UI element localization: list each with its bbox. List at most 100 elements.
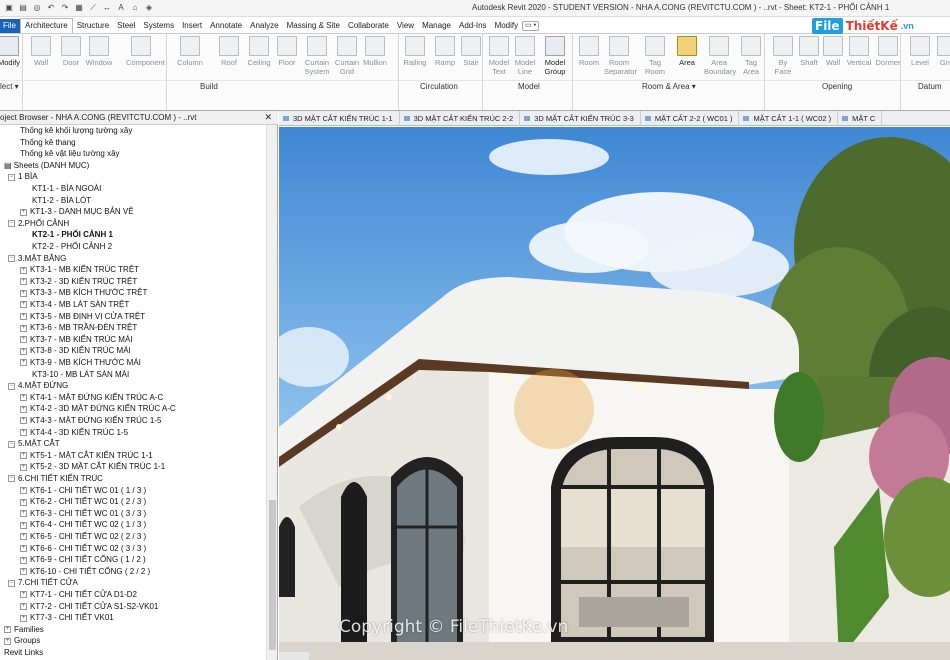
tool-curtain-system[interactable]: Curtain System — [302, 36, 332, 76]
browser-item[interactable]: + KT3-2 - 3D KIẾN TRÚC TRỆT — [20, 276, 137, 287]
text-icon[interactable]: A — [116, 2, 126, 13]
tool-column[interactable]: Column — [175, 36, 205, 67]
browser-item[interactable]: + KT3-7 - MB KIẾN TRÚC MÁI — [20, 334, 133, 345]
open-icon[interactable]: ▣ — [4, 2, 14, 13]
browser-item[interactable]: + KT3-4 - MB LÁT SÀN TRỆT — [20, 299, 129, 310]
ribbon-tab-structure[interactable]: Structure — [73, 19, 113, 33]
expand-icon[interactable]: + — [20, 266, 27, 274]
panel-label-6[interactable]: Datum — [918, 82, 942, 91]
browser-scrollbar[interactable] — [266, 125, 277, 660]
expand-icon[interactable]: + — [20, 602, 27, 610]
expand-icon[interactable]: + — [20, 486, 27, 494]
tool-modify[interactable]: Modify — [0, 36, 24, 67]
expand-icon[interactable]: + — [20, 347, 27, 355]
expand-icon[interactable]: + — [20, 556, 27, 564]
ribbon-tab-architecture[interactable]: Architecture — [20, 18, 73, 33]
collapse-icon[interactable]: − — [8, 173, 15, 181]
panel-label-2[interactable]: Circulation — [420, 82, 458, 91]
browser-item[interactable]: + Groups — [4, 635, 40, 646]
ribbon-tab-modify[interactable]: Modify — [491, 19, 523, 33]
tool-curtain-grid[interactable]: Curtain Grid — [332, 36, 362, 76]
expand-icon[interactable]: + — [20, 301, 27, 309]
collapse-icon[interactable]: − — [8, 579, 15, 587]
expand-icon[interactable]: + — [20, 428, 27, 436]
expand-icon[interactable]: + — [20, 278, 27, 286]
tool-floor[interactable]: Floor — [272, 36, 302, 67]
collapse-icon[interactable]: − — [8, 475, 15, 483]
expand-icon[interactable]: + — [20, 336, 27, 344]
browser-item[interactable]: −3.MẶT BẰNG — [8, 253, 66, 264]
tool-component[interactable]: Component — [126, 36, 165, 67]
panel-label-1[interactable]: Build — [200, 82, 218, 91]
collapse-icon[interactable]: − — [8, 440, 15, 448]
expand-icon[interactable]: + — [20, 533, 27, 541]
browser-item[interactable]: −7.CHI TIẾT CỬA — [8, 577, 78, 588]
tool-vertical[interactable]: Vertical — [844, 36, 874, 67]
view-tab-3[interactable]: MẶT CẮT 2-2 ( WC01 ) — [641, 111, 740, 126]
browser-item[interactable]: + KT6-5 - CHI TIẾT WC 02 ( 2 / 3 ) — [20, 531, 146, 542]
dimension-icon[interactable]: ↔ — [102, 2, 112, 13]
browser-item[interactable]: KT2-2 - PHỐI CẢNH 2 — [32, 241, 112, 252]
browser-item[interactable]: + KT6-10 - CHI TIẾT CỔNG ( 2 / 2 ) — [20, 566, 150, 577]
expand-icon[interactable]: + — [20, 521, 27, 529]
browser-item[interactable]: Thống kê khối lượng tường xây — [20, 125, 132, 136]
tool-dormer[interactable]: Dormer — [873, 36, 903, 67]
tool-area-boundary[interactable]: Area Boundary — [704, 36, 736, 76]
redo-icon[interactable]: ↷ — [60, 2, 70, 13]
scrollbar-thumb[interactable] — [269, 500, 276, 650]
browser-item[interactable]: + KT6-1 - CHI TIẾT WC 01 ( 1 / 3 ) — [20, 485, 146, 496]
browser-item[interactable]: + KT6-9 - CHI TIẾT CỔNG ( 1 / 2 ) — [20, 554, 146, 565]
browser-item[interactable]: −4.MẶT ĐỨNG — [8, 380, 68, 391]
expand-icon[interactable]: + — [20, 568, 27, 576]
browser-item[interactable]: + KT4-1 - MẶT ĐỨNG KIẾN TRÚC A-C — [20, 392, 163, 403]
tool-roof[interactable]: Roof — [214, 36, 244, 67]
expand-icon[interactable]: + — [20, 312, 27, 320]
ribbon-tab--[interactable]: ▭ • — [522, 21, 540, 31]
ribbon-tab-file[interactable]: File — [0, 19, 20, 33]
tool-railing[interactable]: Railing — [400, 36, 430, 67]
section-icon[interactable]: ◈ — [144, 2, 154, 13]
browser-item[interactable]: + KT5-1 - MẶT CẮT KIẾN TRÚC 1-1 — [20, 450, 153, 461]
tool-tag-room[interactable]: Tag Room — [640, 36, 670, 76]
browser-item[interactable]: −5.MẶT CẮT — [8, 438, 60, 449]
browser-item[interactable]: + KT6-4 - CHI TIẾT WC 02 ( 1 / 3 ) — [20, 519, 146, 530]
ribbon-tab-view[interactable]: View — [393, 19, 418, 33]
browser-item[interactable]: + KT3-9 - MB KÍCH THƯỚC MÁI — [20, 357, 141, 368]
view-tab-4[interactable]: MẶT CẮT 1-1 ( WC02 ) — [739, 111, 839, 126]
browser-item[interactable]: Thống kê vật liệu tường xây — [20, 148, 120, 159]
browser-item[interactable]: −2.PHỐI CẢNH — [8, 218, 69, 229]
ribbon-tab-systems[interactable]: Systems — [139, 19, 178, 33]
browser-item[interactable]: + KT6-2 - CHI TIẾT WC 01 ( 2 / 3 ) — [20, 496, 146, 507]
browser-item[interactable]: + KT1-3 - DANH MỤC BẢN VẼ — [20, 206, 134, 217]
expand-icon[interactable]: + — [20, 359, 27, 367]
browser-item[interactable]: + KT3-5 - MB ĐỊNH VỊ CỬA TRỆT — [20, 311, 145, 322]
collapse-icon[interactable]: − — [8, 254, 15, 262]
expand-icon[interactable]: + — [20, 405, 27, 413]
panel-label-3[interactable]: Model — [518, 82, 540, 91]
browser-item[interactable]: Revit Links — [4, 647, 43, 658]
undo-icon[interactable]: ↶ — [46, 2, 56, 13]
ribbon-tab-annotate[interactable]: Annotate — [206, 19, 246, 33]
print-icon[interactable]: ▦ — [74, 2, 84, 13]
sheet-viewport[interactable]: Copyright © FileThietKe.vn — [279, 127, 950, 660]
tool-area[interactable]: Area — [672, 36, 702, 67]
browser-item[interactable]: + KT5-2 - 3D MẶT CẮT KIẾN TRÚC 1-1 — [20, 461, 165, 472]
tool-model-group[interactable]: Model Group — [540, 36, 570, 76]
ribbon-tab-manage[interactable]: Manage — [418, 19, 455, 33]
expand-icon[interactable]: + — [20, 208, 27, 216]
browser-item[interactable]: + KT7-3 - CHI TIẾT VK01 — [20, 612, 114, 623]
browser-item[interactable]: + KT7-2 - CHI TIẾT CỬA S1-S2-VK01 — [20, 601, 158, 612]
panel-label-4[interactable]: Room & Area ▾ — [642, 82, 696, 91]
ribbon-tab-analyze[interactable]: Analyze — [246, 19, 282, 33]
browser-item[interactable]: ▤ Sheets (DANH MỤC) — [4, 160, 89, 171]
tool-window[interactable]: Window — [84, 36, 114, 67]
browser-item[interactable]: −1 BÌA — [8, 171, 38, 182]
measure-icon[interactable]: ⟋ — [88, 2, 98, 13]
save-icon[interactable]: ▤ — [18, 2, 28, 13]
expand-icon[interactable]: + — [20, 394, 27, 402]
expand-icon[interactable]: + — [20, 591, 27, 599]
expand-icon[interactable]: + — [20, 452, 27, 460]
browser-item[interactable]: Thống kê thang — [20, 137, 76, 148]
browser-item[interactable]: + KT3-1 - MB KIẾN TRÚC TRỆT — [20, 264, 139, 275]
browser-item[interactable]: + KT4-3 - MẶT ĐỨNG KIẾN TRÚC 1-5 — [20, 415, 161, 426]
